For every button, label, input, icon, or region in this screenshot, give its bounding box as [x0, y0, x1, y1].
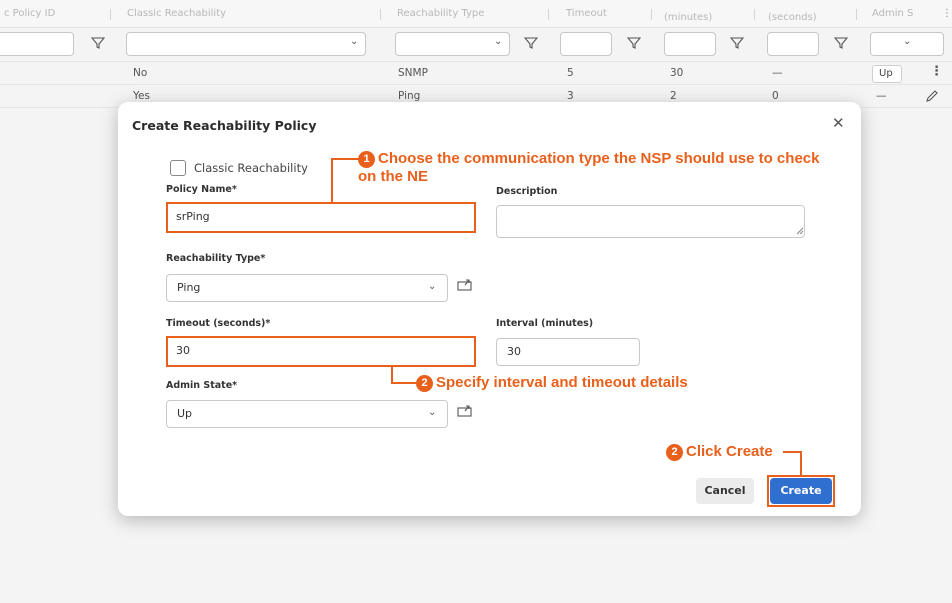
- admin-state-select[interactable]: Up: [166, 400, 448, 428]
- edit-icon[interactable]: [925, 89, 939, 103]
- filter-icon[interactable]: [834, 36, 848, 50]
- filter-classic[interactable]: [126, 32, 366, 56]
- filter-icon[interactable]: [730, 36, 744, 50]
- interval-input[interactable]: 30: [496, 338, 640, 366]
- filter-icon[interactable]: [91, 36, 105, 50]
- step-badge: 2: [416, 375, 433, 392]
- table-header: c Policy ID Classic Reachability Reachab…: [0, 0, 952, 28]
- description-input[interactable]: [496, 205, 805, 238]
- open-window-icon[interactable]: [457, 279, 473, 291]
- chevron-down-icon[interactable]: ⌄: [350, 36, 358, 47]
- chevron-down-icon[interactable]: ⌄: [428, 407, 436, 418]
- row-menu-icon[interactable]: ⋮: [930, 64, 943, 79]
- callout-3: 2 Click Create: [666, 443, 773, 461]
- filter-icon[interactable]: [627, 36, 641, 50]
- callout-line: [800, 451, 802, 476]
- callout-1: 1 Choose the communication type the NSP s…: [358, 150, 828, 185]
- interval-label: Interval (minutes): [496, 318, 594, 329]
- col-classic[interactable]: Classic Reachability: [127, 8, 226, 19]
- description-label: Description: [496, 186, 558, 197]
- callout-1-text: Choose the communication type the NSP sh…: [358, 150, 820, 185]
- callout-2-text: Specify interval and timeout details: [436, 374, 688, 391]
- highlight-create: [767, 475, 835, 507]
- callout-line: [391, 366, 393, 383]
- filter-row: ⌄ ⌄ ⌄: [0, 28, 952, 62]
- filter-retry[interactable]: [767, 32, 819, 56]
- callout-line: [331, 159, 333, 204]
- cancel-button[interactable]: Cancel: [696, 478, 754, 504]
- reachability-type-select[interactable]: Ping: [166, 274, 448, 302]
- callout-2: 2 Specify interval and timeout details: [416, 374, 688, 392]
- filter-type[interactable]: [395, 32, 510, 56]
- header-menu-icon[interactable]: ⋮: [942, 8, 952, 19]
- callout-3-text: Click Create: [686, 443, 773, 460]
- reachability-type-label: Reachability Type*: [166, 253, 266, 264]
- col-interval[interactable]: (minutes): [664, 12, 712, 23]
- callout-line: [391, 382, 418, 384]
- dialog-title: Create Reachability Policy: [132, 118, 317, 133]
- filter-interval[interactable]: [664, 32, 716, 56]
- admin-state-label: Admin State*: [166, 380, 238, 391]
- resize-handle-icon[interactable]: [796, 227, 804, 235]
- filter-policy-id[interactable]: [0, 32, 74, 56]
- admin-state-tag: Up: [872, 65, 902, 83]
- classic-reachability-label: Classic Reachability: [194, 161, 308, 175]
- policy-name-label: Policy Name*: [166, 184, 237, 195]
- table-row[interactable]: No SNMP 5 30 — Up ⋮: [0, 62, 952, 85]
- open-window-icon[interactable]: [457, 405, 473, 417]
- classic-reachability-checkbox[interactable]: [170, 160, 186, 176]
- chevron-down-icon[interactable]: ⌄: [903, 36, 911, 47]
- col-retry[interactable]: (seconds): [768, 12, 817, 23]
- col-admin[interactable]: Admin S: [872, 8, 913, 19]
- col-timeout[interactable]: Timeout: [566, 8, 607, 19]
- col-policy-id[interactable]: c Policy ID: [4, 8, 55, 19]
- close-icon[interactable]: ✕: [832, 114, 845, 132]
- highlight-timeout: [166, 336, 476, 367]
- timeout-label: Timeout (seconds)*: [166, 318, 271, 329]
- filter-timeout[interactable]: [560, 32, 612, 56]
- chevron-down-icon[interactable]: ⌄: [494, 36, 502, 47]
- step-badge: 2: [666, 444, 683, 461]
- filter-icon[interactable]: [524, 36, 538, 50]
- col-type[interactable]: Reachability Type: [397, 8, 484, 19]
- callout-line: [331, 158, 361, 160]
- step-badge: 1: [358, 151, 375, 168]
- highlight-policy-name: [166, 202, 476, 233]
- chevron-down-icon[interactable]: ⌄: [428, 281, 436, 292]
